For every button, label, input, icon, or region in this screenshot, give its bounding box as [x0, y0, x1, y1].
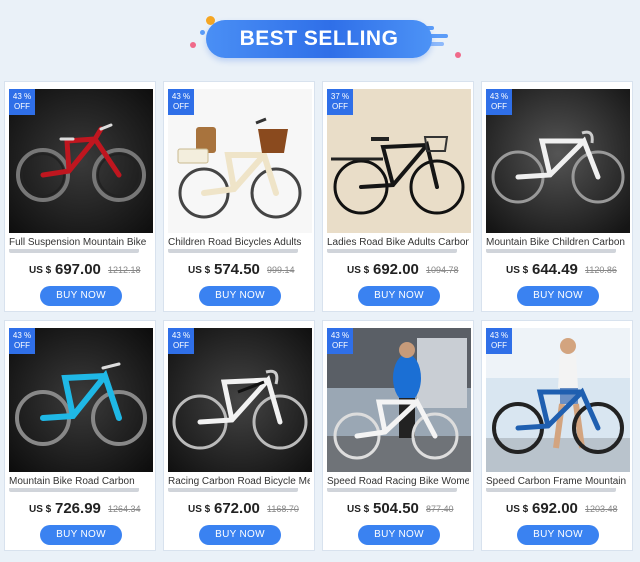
currency: US $: [506, 504, 529, 515]
price-row: US $ 692.00 1203.48: [482, 499, 634, 519]
decor-dot: [190, 42, 196, 48]
product-image-white-road-bike[interactable]: 43 % OFF: [486, 89, 630, 233]
product-card[interactable]: 43 % OFF Racing Carbon Road Bicycle Men U…: [163, 320, 315, 551]
price-row: US $ 697.00 1212.18: [5, 260, 157, 280]
currency: US $: [506, 265, 529, 276]
product-image-red-mountain-bike[interactable]: 43 % OFF: [9, 89, 153, 233]
currency: US $: [188, 504, 211, 515]
buy-now-button[interactable]: BUY NOW: [358, 286, 440, 306]
product-card[interactable]: 43 % OFF Speed Carbon Frame Mountain US $…: [481, 320, 633, 551]
product-title-overflow: [486, 249, 616, 253]
sale-price: 574.50: [214, 261, 260, 278]
product-card[interactable]: 43 % OFF Speed Road Racing Bike Women US …: [322, 320, 474, 551]
product-title-overflow: [9, 488, 139, 492]
product-title[interactable]: Speed Road Racing Bike Women: [327, 476, 469, 488]
product-title-overflow: [168, 249, 298, 253]
price-row: US $ 574.50 999.14: [164, 260, 316, 280]
currency: US $: [347, 265, 370, 276]
buy-now-button[interactable]: BUY NOW: [358, 525, 440, 545]
buy-now-button[interactable]: BUY NOW: [517, 525, 599, 545]
discount-badge: 43 % OFF: [168, 89, 194, 115]
product-title-overflow: [9, 249, 139, 253]
buy-now-button[interactable]: BUY NOW: [40, 525, 122, 545]
original-price: 1120.86: [585, 265, 617, 275]
product-image-cyan-mountain-bike[interactable]: 43 % OFF: [9, 328, 153, 472]
currency: US $: [347, 504, 370, 515]
product-title[interactable]: Racing Carbon Road Bicycle Men: [168, 476, 310, 488]
product-image-black-roadster-bike[interactable]: 37 % OFF: [327, 89, 471, 233]
product-title[interactable]: Speed Carbon Frame Mountain: [486, 476, 628, 488]
product-image-woman-with-bike[interactable]: 43 % OFF: [486, 328, 630, 472]
banner-title: BEST SELLING: [239, 27, 399, 50]
original-price: 1264.34: [108, 504, 141, 514]
original-price: 877.40: [426, 504, 454, 514]
discount-badge: 43 % OFF: [9, 89, 35, 115]
product-card[interactable]: 37 % OFF Ladies Road Bike Adults Carbon U…: [322, 81, 474, 312]
product-title[interactable]: Ladies Road Bike Adults Carbon: [327, 237, 469, 249]
sale-price: 692.00: [373, 261, 419, 278]
sale-price: 697.00: [55, 261, 101, 278]
product-card[interactable]: 43 % OFF Mountain Bike Children Carbon US…: [481, 81, 633, 312]
decor-dot: [200, 30, 205, 35]
product-title-overflow: [168, 488, 298, 492]
price-row: US $ 672.00 1168.70: [164, 499, 316, 519]
currency: US $: [29, 504, 52, 515]
decor-dot: [455, 52, 461, 58]
product-title-overflow: [327, 249, 457, 253]
product-card[interactable]: 43 % OFF Mountain Bike Road Carbon US $ 7…: [4, 320, 156, 551]
sale-price: 644.49: [532, 261, 578, 278]
product-title[interactable]: Mountain Bike Road Carbon: [9, 476, 151, 488]
sale-price: 504.50: [373, 500, 419, 517]
discount-badge: 37 % OFF: [327, 89, 353, 115]
product-image-racing-bike[interactable]: 43 % OFF: [168, 328, 312, 472]
product-title[interactable]: Mountain Bike Children Carbon: [486, 237, 628, 249]
sale-price: 672.00: [214, 500, 260, 517]
price-row: US $ 644.49 1120.86: [482, 260, 634, 280]
price-row: US $ 692.00 1094.78: [323, 260, 475, 280]
currency: US $: [188, 265, 211, 276]
buy-now-button[interactable]: BUY NOW: [199, 525, 281, 545]
currency: US $: [29, 265, 52, 276]
original-price: 999.14: [267, 265, 295, 275]
buy-now-button[interactable]: BUY NOW: [199, 286, 281, 306]
best-selling-banner: BEST SELLING: [0, 0, 640, 78]
product-card[interactable]: 43 % OFF Children Road Bicycles Adults US…: [163, 81, 315, 312]
discount-badge: 43 % OFF: [327, 328, 353, 354]
product-image-child-seat-bike[interactable]: 43 % OFF: [168, 89, 312, 233]
price-row: US $ 726.99 1264.34: [5, 499, 157, 519]
product-title-overflow: [486, 488, 616, 492]
sale-price: 726.99: [55, 500, 101, 517]
discount-badge: 43 % OFF: [9, 328, 35, 354]
product-card[interactable]: 43 % OFF Full Suspension Mountain Bike US…: [4, 81, 156, 312]
product-title[interactable]: Full Suspension Mountain Bike: [9, 237, 151, 249]
discount-badge: 43 % OFF: [486, 328, 512, 354]
original-price: 1212.18: [108, 265, 141, 275]
buy-now-button[interactable]: BUY NOW: [517, 286, 599, 306]
original-price: 1203.48: [585, 504, 618, 514]
price-row: US $ 504.50 877.40: [323, 499, 475, 519]
original-price: 1094.78: [426, 265, 459, 275]
product-image-man-with-bike[interactable]: 43 % OFF: [327, 328, 471, 472]
discount-badge: 43 % OFF: [168, 328, 194, 354]
buy-now-button[interactable]: BUY NOW: [40, 286, 122, 306]
original-price: 1168.70: [267, 504, 299, 514]
product-title[interactable]: Children Road Bicycles Adults: [168, 237, 310, 249]
product-title-overflow: [327, 488, 457, 492]
sale-price: 692.00: [532, 500, 578, 517]
discount-badge: 43 % OFF: [486, 89, 512, 115]
